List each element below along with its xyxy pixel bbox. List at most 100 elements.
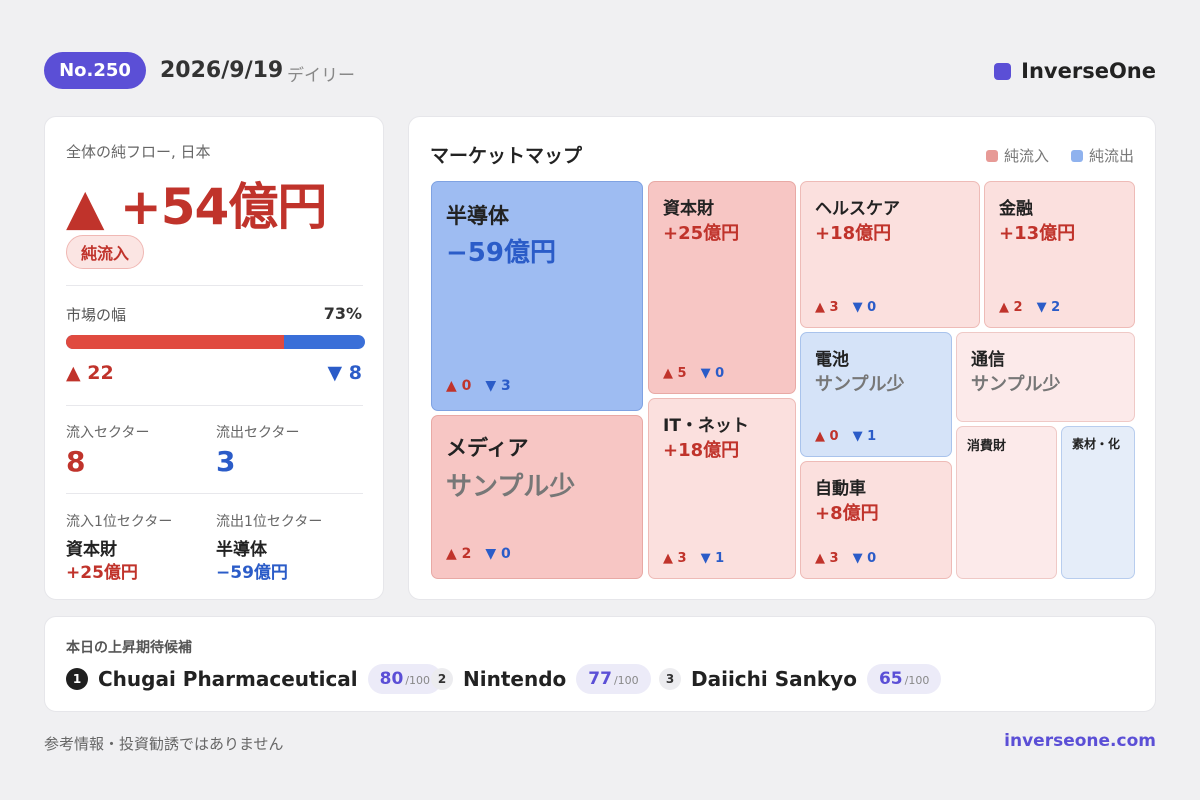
tile-down-count: ▼ 0 (852, 551, 877, 566)
tile-materials[interactable]: 素材・化 (1061, 426, 1135, 579)
tile-counts: ▲ 2 ▼ 2 (999, 300, 1060, 315)
summary-card: 全体の純フロー, 日本 ▲ +54億円 純流入 市場の幅 73% ▲ 22 ▼ … (44, 116, 384, 600)
divider (66, 405, 363, 406)
candidate-item[interactable]: 3 Daiichi Sankyo 65 /100 (659, 664, 942, 694)
top-outflow-value: −59億円 (216, 563, 288, 583)
outflow-sectors-label: 流出セクター (216, 425, 300, 441)
tile-automotive[interactable]: 自動車 +8億円 ▲ 3 ▼ 0 (800, 461, 952, 579)
divider (66, 493, 363, 494)
net-flow-label: 全体の純フロー, 日本 (66, 143, 211, 161)
disclaimer: 参考情報・投資勧誘ではありません (44, 735, 284, 753)
tile-capital-goods[interactable]: 資本財 +25億円 ▲ 5 ▼ 0 (648, 181, 796, 394)
tile-value: サンプル少 (815, 374, 905, 395)
brand: InverseOne (994, 59, 1156, 83)
tile-media[interactable]: メディア サンプル少 ▲ 2 ▼ 0 (431, 415, 643, 579)
candidate-name: Nintendo (463, 667, 567, 691)
tile-name: 自動車 (815, 479, 866, 499)
tile-down-count: ▼ 1 (700, 551, 725, 566)
top-inflow-sector: 資本財 (66, 540, 117, 560)
tile-counts: ▲ 3 ▼ 0 (815, 551, 876, 566)
divider (66, 285, 363, 286)
tile-semiconductor[interactable]: 半導体 −59億円 ▲ 0 ▼ 3 (431, 181, 643, 411)
tile-down-count: ▼ 1 (852, 429, 877, 444)
tile-value: −59億円 (446, 238, 556, 268)
tile-name: 半導体 (446, 204, 509, 228)
tile-consumer-goods[interactable]: 消費財 (956, 426, 1057, 579)
top-outflow-label: 流出1位セクター (216, 514, 323, 530)
tile-name: 素材・化 (1072, 437, 1121, 451)
rank-badge: 1 (66, 668, 88, 690)
tile-name: IT・ネット (663, 416, 749, 436)
tile-up-count: ▲ 3 (815, 551, 839, 566)
brand-name: InverseOne (1021, 59, 1156, 83)
candidates-label: 本日の上昇期待候補 (66, 640, 192, 656)
site-link[interactable]: inverseone.com (1004, 731, 1156, 751)
tile-name: メディア (446, 436, 529, 460)
tile-up-count: ▲ 2 (999, 300, 1023, 315)
rank-badge: 2 (431, 668, 453, 690)
tile-value: +13億円 (999, 223, 1076, 244)
tile-name: 消費財 (967, 439, 1007, 454)
score-value: 77 (588, 669, 612, 689)
breadth-bar (66, 335, 365, 349)
tile-up-count: ▲ 3 (815, 300, 839, 315)
candidate-name: Daiichi Sankyo (691, 667, 857, 691)
tile-down-count: ▼ 0 (852, 300, 877, 315)
tile-it-internet[interactable]: IT・ネット +18億円 ▲ 3 ▼ 1 (648, 398, 796, 579)
tile-value: +8億円 (815, 503, 879, 524)
tile-value: +18億円 (663, 440, 740, 461)
tile-counts: ▲ 3 ▼ 1 (663, 551, 724, 566)
rank-badge: 3 (659, 668, 681, 690)
legend-inflow-swatch (985, 149, 998, 162)
score-max: /100 (613, 674, 639, 687)
candidates-card: 本日の上昇期待候補 1 Chugai Pharmaceutical 80 /10… (44, 616, 1156, 712)
tile-name: 金融 (999, 199, 1033, 219)
top-inflow-label: 流入1位セクター (66, 514, 173, 530)
tile-down-count: ▼ 3 (485, 378, 511, 394)
candidate-item[interactable]: 1 Chugai Pharmaceutical 80 /100 (66, 664, 443, 694)
tile-up-count: ▲ 5 (663, 366, 687, 381)
tile-down-count: ▼ 0 (700, 366, 725, 381)
net-flow-badge: 純流入 (66, 235, 145, 269)
report-date: 2026/9/19 (160, 58, 284, 83)
advancers-count: ▲ 22 (66, 362, 114, 384)
tile-counts: ▲ 0 ▼ 1 (815, 429, 876, 444)
breadth-percent: 73% (323, 304, 362, 323)
tile-down-count: ▼ 2 (1036, 300, 1061, 315)
inflow-sectors-count: 8 (66, 445, 86, 478)
legend-outflow-label: 純流出 (1088, 147, 1134, 165)
issue-badge: No.250 (44, 52, 146, 89)
outflow-sectors-count: 3 (216, 445, 236, 478)
tile-value: サンプル少 (971, 374, 1061, 395)
candidate-score: 77 /100 (576, 664, 651, 694)
candidate-name: Chugai Pharmaceutical (98, 667, 358, 691)
header: No.250 2026/9/19 デイリー InverseOne (44, 51, 1156, 91)
score-value: 80 (379, 669, 404, 689)
market-map-card: マーケットマップ 純流入 純流出 半導体 −59億円 ▲ 0 ▼ 3 メディア … (408, 116, 1156, 600)
tile-healthcare[interactable]: ヘルスケア +18億円 ▲ 3 ▼ 0 (800, 181, 980, 328)
tile-battery[interactable]: 電池 サンプル少 ▲ 0 ▼ 1 (800, 332, 952, 457)
tile-name: 電池 (815, 350, 849, 370)
tile-name: 通信 (971, 350, 1005, 370)
tile-name: ヘルスケア (815, 199, 900, 219)
tile-counts: ▲ 3 ▼ 0 (815, 300, 876, 315)
market-map-title: マーケットマップ (430, 145, 583, 167)
tile-value: +25億円 (663, 223, 740, 244)
candidate-score: 65 /100 (866, 664, 942, 694)
tile-up-count: ▲ 0 (446, 378, 472, 394)
candidate-item[interactable]: 2 Nintendo 77 /100 (431, 664, 651, 694)
tile-telecom[interactable]: 通信 サンプル少 (956, 332, 1135, 422)
net-flow-total: ▲ +54億円 (66, 178, 327, 236)
top-outflow-sector: 半導体 (216, 540, 267, 560)
legend-inflow-label: 純流入 (1003, 147, 1049, 165)
score-max: /100 (904, 674, 930, 687)
tile-counts: ▲ 2 ▼ 0 (446, 546, 511, 562)
score-max: /100 (405, 674, 431, 687)
decliners-count: ▼ 8 (327, 362, 362, 384)
brand-logo-icon (994, 62, 1012, 80)
top-inflow-value: +25億円 (66, 563, 138, 583)
breadth-bar-fill (66, 335, 285, 349)
tile-value: +18億円 (815, 223, 892, 244)
breadth-label: 市場の幅 (66, 306, 127, 324)
tile-finance[interactable]: 金融 +13億円 ▲ 2 ▼ 2 (984, 181, 1135, 328)
